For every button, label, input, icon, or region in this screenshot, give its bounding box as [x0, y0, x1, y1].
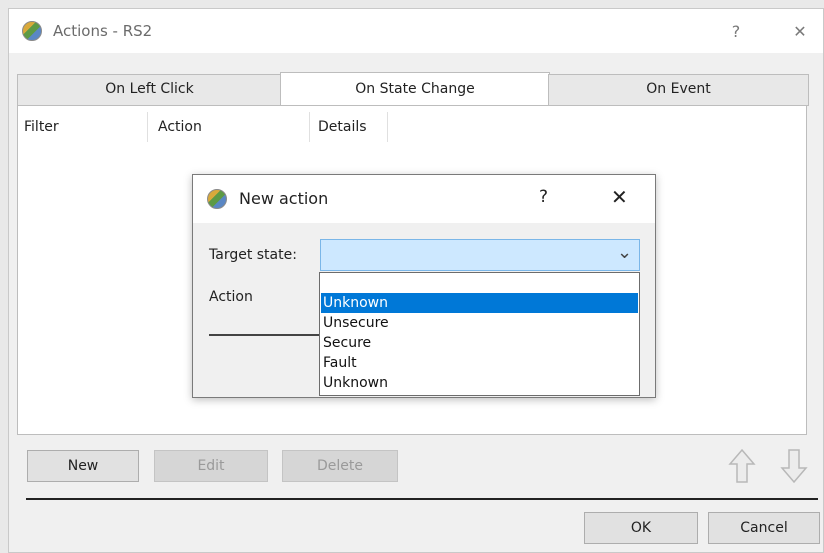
help-icon[interactable]: ? [539, 187, 548, 207]
close-icon[interactable]: ✕ [611, 185, 628, 209]
delete-button[interactable]: Delete [282, 450, 398, 482]
window-title: Actions - RS2 [53, 22, 153, 40]
option-unknown[interactable]: Unknown [321, 373, 638, 393]
target-state-dropdown-list[interactable]: Unknown Unsecure Secure Fault Unknown [319, 272, 640, 396]
tab-on-left-click[interactable]: On Left Click [17, 74, 282, 106]
option-secure[interactable]: Secure [321, 333, 638, 353]
tab-on-event[interactable]: On Event [548, 74, 809, 106]
cancel-button[interactable]: Cancel [708, 512, 820, 544]
chevron-down-icon: ⌄ [617, 242, 633, 263]
title-bar: Actions - RS2 ? ✕ [9, 9, 823, 53]
app-logo-icon [22, 21, 42, 41]
option-empty[interactable] [321, 273, 638, 293]
new-button[interactable]: New [27, 450, 139, 482]
target-state-label: Target state: [209, 247, 297, 263]
edit-button[interactable]: Edit [154, 450, 268, 482]
ok-button[interactable]: OK [584, 512, 698, 544]
help-icon[interactable]: ? [725, 21, 747, 43]
tab-on-state-change[interactable]: On State Change [280, 72, 550, 107]
arrow-up-icon[interactable] [728, 448, 756, 484]
divider [26, 498, 818, 500]
app-logo-icon [207, 189, 227, 209]
action-underline [209, 334, 319, 336]
option-unsecure[interactable]: Unsecure [321, 313, 638, 333]
arrow-down-icon[interactable] [780, 448, 808, 484]
target-state-select[interactable]: ⌄ [320, 239, 640, 271]
option-unknown-selected[interactable]: Unknown [321, 293, 638, 313]
option-fault[interactable]: Fault [321, 353, 638, 373]
column-header-details[interactable]: Details [312, 112, 388, 142]
column-header-action[interactable]: Action [152, 112, 310, 142]
dialog-title-bar: New action ? ✕ [193, 175, 655, 223]
dialog-title: New action [239, 189, 329, 208]
close-icon[interactable]: ✕ [789, 21, 811, 43]
column-header-filter[interactable]: Filter [18, 112, 148, 142]
action-label: Action [209, 289, 253, 305]
tab-bar: On Left Click On State Change On Event [17, 72, 809, 107]
